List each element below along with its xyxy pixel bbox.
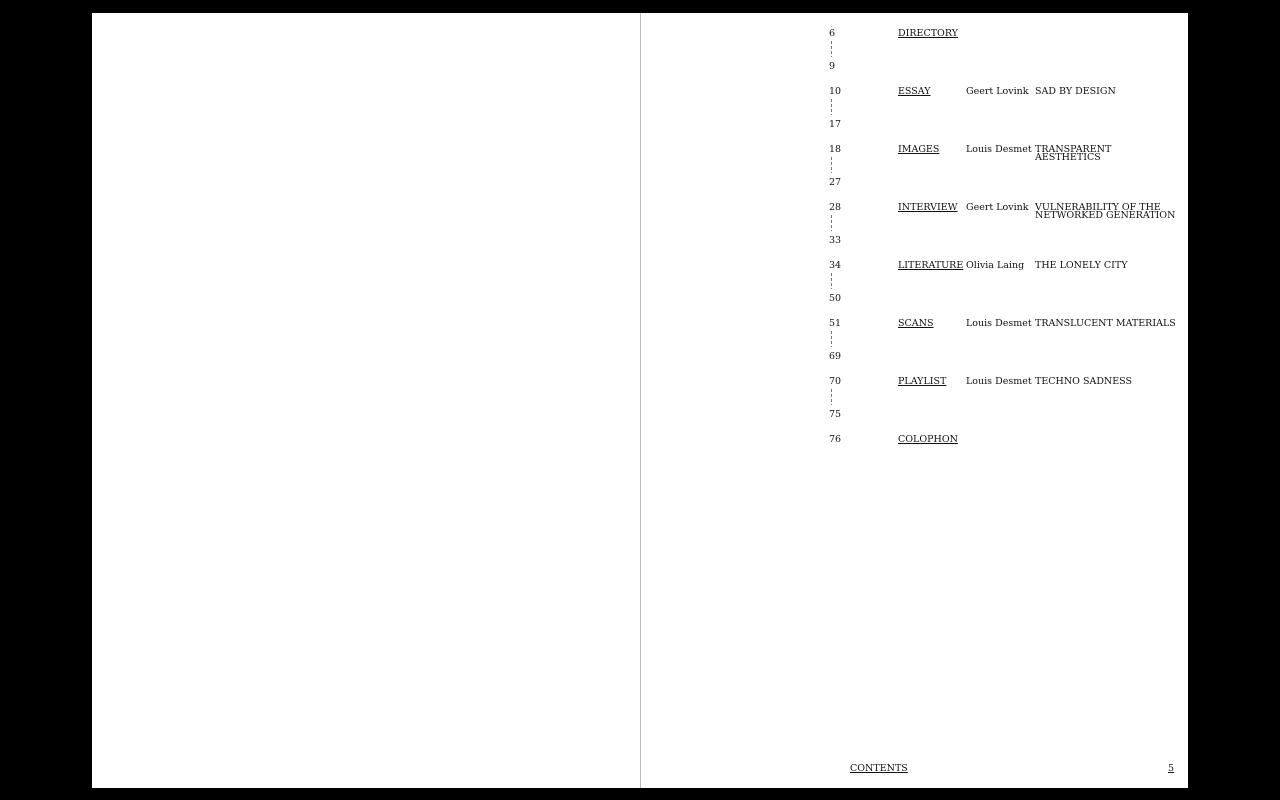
table-of-contents: 6 9 DIRECTORY 10 17 ESSAY Geert Lovink S… — [829, 28, 1189, 492]
article-title: THE LONELY CITY — [1035, 260, 1128, 271]
start-page: 70 — [829, 376, 842, 387]
end-page: 33 — [829, 235, 842, 246]
section-link[interactable]: IMAGES — [898, 145, 939, 155]
section-link[interactable]: LITERATURE — [898, 261, 963, 271]
page-range-dash — [831, 389, 832, 405]
end-page: 9 — [829, 61, 836, 72]
start-page: 28 — [829, 202, 842, 213]
start-page: 18 — [829, 144, 842, 155]
toc-entry: 34 50 LITERATURE Olivia Laing THE LONELY… — [829, 260, 1189, 318]
end-page: 27 — [829, 177, 842, 188]
end-page: 69 — [829, 351, 842, 362]
page-range-dash — [831, 99, 832, 115]
author: Geert Lovink — [966, 86, 1029, 97]
start-page: 76 — [829, 434, 842, 445]
page-range-dash — [831, 273, 832, 289]
section-link[interactable]: COLOPHON — [898, 435, 958, 445]
page-range-dash — [831, 157, 832, 173]
toc-entry: 18 27 IMAGES Louis Desmet TRANSPARENT AE… — [829, 144, 1189, 202]
page-range-dash — [831, 41, 832, 57]
author: Louis Desmet — [966, 318, 1032, 329]
author: Geert Lovink — [966, 202, 1029, 213]
article-title: TRANSPARENT AESTHETICS — [1035, 144, 1112, 163]
section-link[interactable]: INTERVIEW — [898, 203, 957, 213]
end-page: 50 — [829, 293, 842, 304]
start-page: 34 — [829, 260, 842, 271]
page-range-dash — [831, 215, 832, 231]
start-page: 6 — [829, 28, 836, 39]
toc-entry: 76 COLOPHON — [829, 434, 1189, 492]
book-spread: 6 9 DIRECTORY 10 17 ESSAY Geert Lovink S… — [92, 13, 1188, 788]
section-link[interactable]: DIRECTORY — [898, 29, 958, 39]
toc-entry: 51 69 SCANS Louis Desmet TRANSLUCENT MAT… — [829, 318, 1189, 376]
toc-entry: 28 33 INTERVIEW Geert Lovink VULNERABILI… — [829, 202, 1189, 260]
toc-entry: 6 9 DIRECTORY — [829, 28, 1189, 86]
author: Louis Desmet — [966, 376, 1032, 387]
section-link[interactable]: SCANS — [898, 319, 933, 329]
page-number[interactable]: 5 — [1168, 763, 1174, 774]
right-page: 6 9 DIRECTORY 10 17 ESSAY Geert Lovink S… — [641, 13, 1188, 788]
author: Louis Desmet — [966, 144, 1032, 155]
start-page: 51 — [829, 318, 842, 329]
end-page: 75 — [829, 409, 842, 420]
left-page — [92, 13, 640, 788]
page-range-dash — [831, 331, 832, 347]
end-page: 17 — [829, 119, 842, 130]
contents-link[interactable]: CONTENTS — [850, 763, 908, 774]
toc-entry: 70 75 PLAYLIST Louis Desmet TECHNO SADNE… — [829, 376, 1189, 434]
article-title: VULNERABILITY OF THE NETWORKED GENERATIO… — [1035, 202, 1176, 221]
article-title: SAD BY DESIGN — [1035, 86, 1116, 97]
article-title: TECHNO SADNESS — [1035, 376, 1133, 387]
toc-entry: 10 17 ESSAY Geert Lovink SAD BY DESIGN — [829, 86, 1189, 144]
start-page: 10 — [829, 86, 842, 97]
section-link[interactable]: ESSAY — [898, 87, 931, 97]
article-title: TRANSLUCENT MATERIALS — [1035, 318, 1176, 329]
section-link[interactable]: PLAYLIST — [898, 377, 946, 387]
author: Olivia Laing — [966, 260, 1025, 271]
